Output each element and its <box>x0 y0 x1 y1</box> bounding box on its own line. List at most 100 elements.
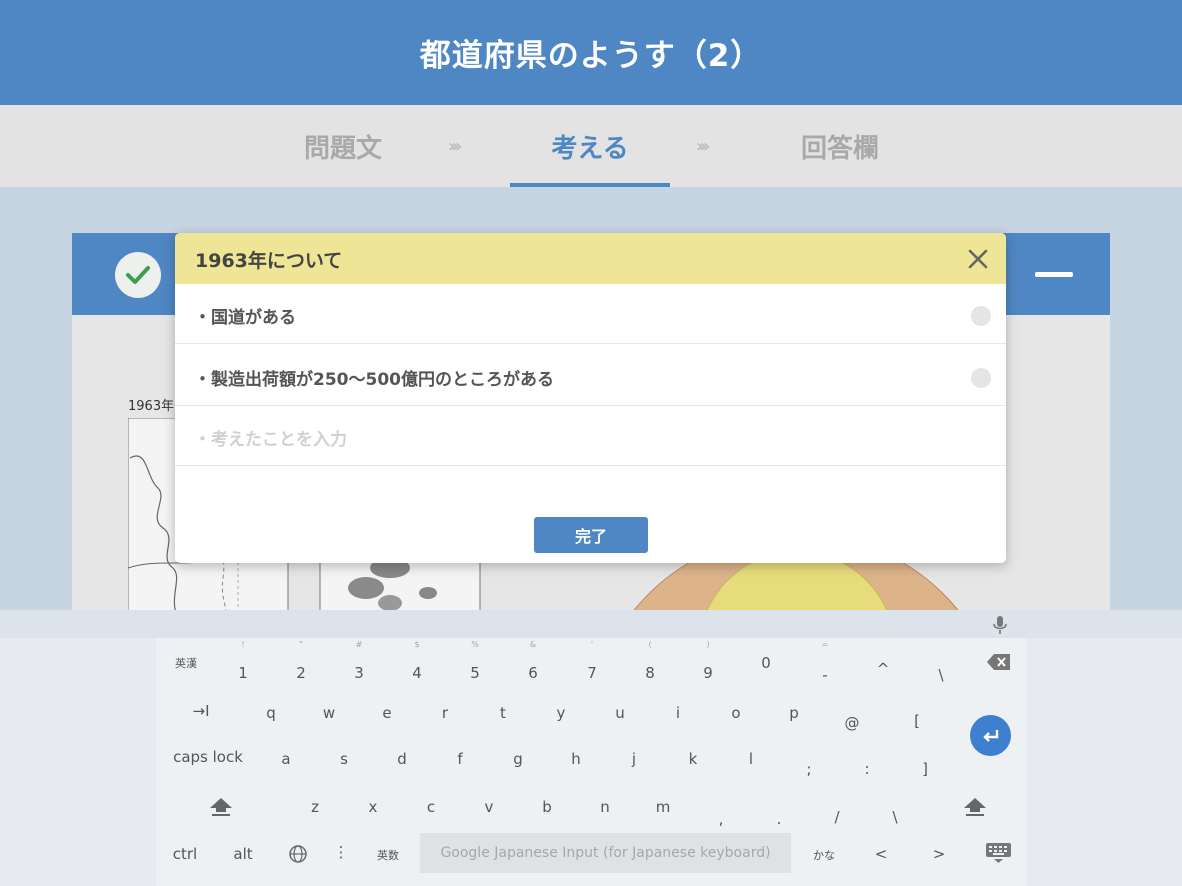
key-h[interactable]: h <box>561 750 591 768</box>
delete-note-button[interactable] <box>971 306 991 326</box>
shift-char-label: " <box>299 640 303 649</box>
modal-header: 1963年について <box>175 233 1006 284</box>
done-button[interactable]: 完了 <box>534 517 648 553</box>
key-slash[interactable]: / <box>822 808 852 826</box>
key-8[interactable]: 8 <box>635 664 665 682</box>
key-j[interactable]: j <box>619 750 649 768</box>
key-eikan[interactable]: 英漢 <box>170 655 202 671</box>
key-semicolon[interactable]: ; <box>794 760 824 778</box>
key-9[interactable]: 9 <box>693 664 723 682</box>
arrow-right-icon[interactable]: > <box>924 845 954 863</box>
map-year-label: 1963年 <box>128 399 175 414</box>
key-d[interactable]: d <box>387 750 417 768</box>
key-alt[interactable]: alt <box>228 845 258 863</box>
key-kana[interactable]: かな <box>808 847 840 863</box>
key-3[interactable]: 3 <box>344 664 374 682</box>
delete-note-button[interactable] <box>971 368 991 388</box>
note-text: ・国道がある <box>194 308 296 328</box>
shift-char-label: = <box>821 640 829 649</box>
key-7[interactable]: 7 <box>577 664 607 682</box>
app-header: 都道府県のようす（2） <box>0 0 1182 105</box>
key-colon[interactable]: : <box>852 760 882 778</box>
check-button[interactable] <box>115 252 161 298</box>
key-1[interactable]: 1 <box>228 664 258 682</box>
shift-char-label: ) <box>706 640 710 649</box>
tab-think[interactable]: 考える <box>510 105 670 187</box>
shift-left-icon[interactable] <box>208 796 234 816</box>
key-n[interactable]: n <box>590 798 620 816</box>
collapse-button[interactable] <box>1035 272 1073 277</box>
shift-char-label: # <box>355 640 363 649</box>
key--[interactable]: - <box>810 666 840 684</box>
shift-char-label: % <box>471 640 479 649</box>
shift-char-label: ( <box>648 640 652 649</box>
list-item[interactable]: ・製造出荷額が250〜500億円のところがある <box>175 346 1006 406</box>
key-c[interactable]: c <box>416 798 446 816</box>
tab-answer[interactable]: 回答欄 <box>775 105 905 187</box>
microphone-icon[interactable] <box>990 614 1010 636</box>
key-l[interactable]: l <box>736 750 766 768</box>
globe-icon[interactable] <box>288 844 308 864</box>
key-4[interactable]: 4 <box>402 664 432 682</box>
shift-char-label: ! <box>241 640 245 649</box>
key-o[interactable]: o <box>721 704 751 722</box>
key-v[interactable]: v <box>474 798 504 816</box>
enter-icon <box>982 729 998 742</box>
step-separator-icon: ››› <box>696 135 710 157</box>
key-t[interactable]: t <box>488 704 518 722</box>
key-z[interactable]: z <box>300 798 330 816</box>
key-6[interactable]: 6 <box>518 664 548 682</box>
key-y[interactable]: y <box>546 704 576 722</box>
shift-right-icon[interactable] <box>962 796 988 816</box>
key-eisu[interactable]: 英数 <box>372 847 404 863</box>
notes-modal: 1963年について ・国道がある ・製造出荷額が250〜500億円のところがある… <box>175 233 1006 563</box>
key-ctrl[interactable]: ctrl <box>168 845 202 863</box>
more-options-icon[interactable]: ⋮ <box>326 843 356 861</box>
list-item[interactable]: ・国道がある <box>175 284 1006 344</box>
note-input-field[interactable]: ・考えたことを入力 <box>175 406 1006 466</box>
key-period[interactable]: . <box>764 810 794 828</box>
key-2[interactable]: 2 <box>286 664 316 682</box>
key-a[interactable]: a <box>271 750 301 768</box>
key-g[interactable]: g <box>503 750 533 768</box>
active-tab-indicator <box>510 183 670 187</box>
key-@[interactable]: @ <box>837 714 867 732</box>
key-caps-lock[interactable]: caps lock <box>168 748 248 766</box>
key-p[interactable]: p <box>779 704 809 722</box>
enter-key[interactable] <box>970 715 1011 756</box>
key-i[interactable]: i <box>663 704 693 722</box>
key-r[interactable]: r <box>430 704 460 722</box>
key-e[interactable]: e <box>372 704 402 722</box>
key-s[interactable]: s <box>329 750 359 768</box>
key-f[interactable]: f <box>445 750 475 768</box>
key-q[interactable]: q <box>256 704 286 722</box>
step-separator-icon: ››› <box>448 135 462 157</box>
shift-char-label: $ <box>414 640 420 649</box>
key-u[interactable]: u <box>605 704 635 722</box>
key-backslash[interactable]: \ <box>880 808 910 826</box>
modal-title: 1963年について <box>195 250 343 272</box>
arrow-left-icon[interactable]: < <box>866 845 896 863</box>
note-text: ・製造出荷額が250〜500億円のところがある <box>194 370 554 390</box>
page-title: 都道府県のようす（2） <box>419 38 763 74</box>
key-x[interactable]: x <box>358 798 388 816</box>
key-m[interactable]: m <box>648 798 678 816</box>
close-icon[interactable] <box>965 246 991 272</box>
key-5[interactable]: 5 <box>460 664 490 682</box>
key-^[interactable]: ^ <box>868 660 898 678</box>
key-b[interactable]: b <box>532 798 562 816</box>
key-[[interactable]: [ <box>902 712 932 730</box>
keyboard-hide-icon[interactable] <box>985 842 1012 864</box>
check-icon <box>126 266 150 284</box>
ime-input-field[interactable]: Google Japanese Input (for Japanese keyb… <box>420 833 791 873</box>
key-0[interactable]: 0 <box>751 654 781 672</box>
key-bracket-close[interactable]: ] <box>910 760 940 778</box>
step-nav: 問題文 ››› 考える ››› 回答欄 <box>0 105 1182 187</box>
key-tab[interactable]: →I <box>186 702 216 720</box>
tab-problem[interactable]: 問題文 <box>283 105 403 187</box>
key-\[interactable]: \ <box>926 666 956 684</box>
backspace-icon[interactable] <box>986 652 1012 672</box>
key-k[interactable]: k <box>678 750 708 768</box>
key-comma[interactable]: , <box>706 810 736 828</box>
key-w[interactable]: w <box>314 704 344 722</box>
